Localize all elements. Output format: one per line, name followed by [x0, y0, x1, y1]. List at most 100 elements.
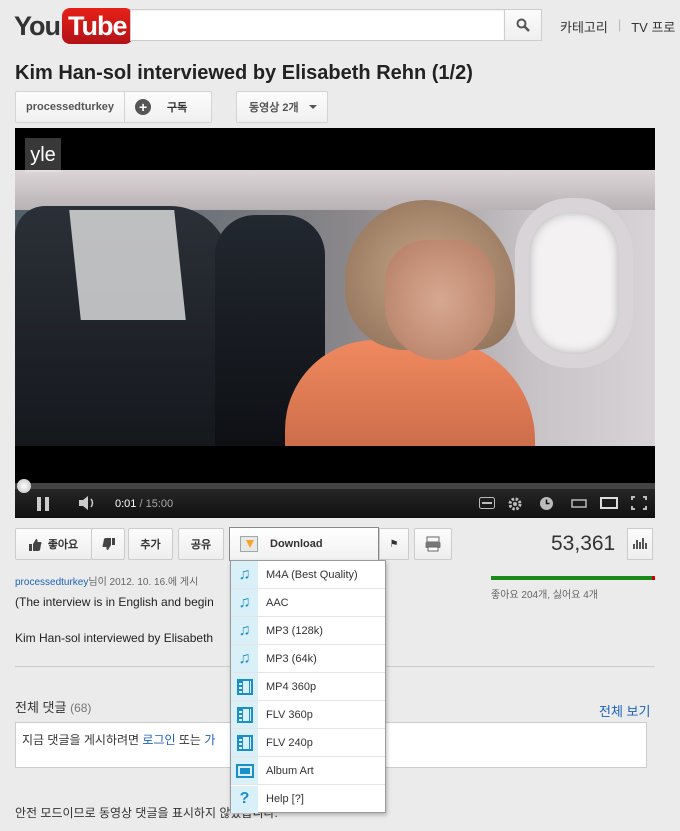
- captions-icon[interactable]: [479, 496, 495, 512]
- download-option-mp3-128[interactable]: ♫ MP3 (128k): [231, 617, 385, 645]
- stats-button[interactable]: [627, 528, 653, 560]
- logo-tube-text: Tube: [62, 8, 133, 44]
- download-option-album-art[interactable]: Album Art: [231, 757, 385, 785]
- chevron-down-icon: [308, 105, 317, 109]
- uploader-link[interactable]: processedturkey: [15, 577, 88, 588]
- subscribe-label: 구독: [167, 102, 188, 114]
- fullscreen-icon[interactable]: [631, 496, 647, 513]
- plus-icon: +: [135, 99, 152, 115]
- download-option-flv-360[interactable]: FLV 360p: [231, 701, 385, 729]
- like-stats: 좋아요 204개, 싫어요 4개: [491, 590, 598, 601]
- stats-bar-icon: [633, 544, 635, 549]
- progress-bar[interactable]: [15, 479, 655, 493]
- clock-icon[interactable]: [539, 496, 554, 514]
- like-button[interactable]: 좋아요: [15, 528, 92, 560]
- share-button[interactable]: 공유: [178, 528, 224, 560]
- dislike-button[interactable]: [91, 528, 125, 560]
- download-button[interactable]: Download: [229, 527, 379, 561]
- flag-icon: ⚑: [389, 538, 399, 550]
- view-count: 53,361: [551, 532, 616, 555]
- volume-icon[interactable]: [79, 496, 97, 513]
- download-option-label: MP3 (64k): [266, 652, 317, 665]
- thumbs-down-icon: [102, 537, 115, 550]
- nav-separator: |: [617, 17, 622, 32]
- current-time: 0:01: [115, 498, 137, 510]
- comments-heading: 전체 댓글 (68): [15, 697, 91, 716]
- logo-you-text: You: [14, 10, 61, 41]
- download-option-label: FLV 240p: [266, 736, 313, 749]
- thumbs-up-icon: [28, 538, 42, 551]
- like-label: 좋아요: [47, 539, 79, 551]
- download-icon: [240, 536, 258, 552]
- nav-categories-link[interactable]: 카테고리: [560, 17, 608, 36]
- progress-knob[interactable]: [17, 479, 31, 493]
- flag-button[interactable]: ⚑: [379, 528, 409, 560]
- download-option-label: MP4 360p: [266, 680, 317, 693]
- small-player-icon[interactable]: [571, 496, 587, 512]
- view-all-comments-link[interactable]: 전체 보기: [599, 701, 650, 720]
- film-icon: [231, 701, 258, 728]
- music-note-icon: ♫: [231, 561, 258, 588]
- channel-box: processedturkey + 구독: [15, 91, 213, 123]
- download-option-mp3-64[interactable]: ♫ MP3 (64k): [231, 645, 385, 673]
- download-label: Download: [270, 538, 323, 550]
- dislike-ratio-segment: [652, 576, 655, 580]
- login-link[interactable]: 로그인: [142, 733, 175, 747]
- add-label: 추가: [140, 539, 161, 551]
- download-option-label: Album Art: [266, 764, 314, 777]
- duration: / 15:00: [139, 498, 174, 510]
- yle-watermark: yle: [25, 138, 61, 172]
- description-line-2: Kim Han-sol interviewed by Elisabeth: [15, 631, 214, 645]
- download-option-flv-240[interactable]: FLV 240p: [231, 729, 385, 757]
- channel-videos-label: 동영상 2개: [249, 102, 299, 114]
- film-icon: [231, 729, 258, 756]
- transcript-icon: [425, 536, 441, 552]
- transcript-button[interactable]: [414, 528, 452, 560]
- download-option-label: Help [?]: [266, 793, 304, 805]
- youtube-logo[interactable]: You Tube: [14, 7, 133, 45]
- nav-tv-link[interactable]: TV 프로: [631, 17, 675, 36]
- gear-icon[interactable]: [507, 496, 523, 515]
- upload-info: processedturkey님이 2012. 10. 16.에 게시: [15, 573, 198, 588]
- upload-date: 님이 2012. 10. 16.에 게시: [88, 577, 199, 588]
- like-ratio-bar: [491, 576, 655, 580]
- download-option-mp4-360[interactable]: MP4 360p: [231, 673, 385, 701]
- download-option-m4a[interactable]: ♫ M4A (Best Quality): [231, 561, 385, 589]
- large-player-icon[interactable]: [600, 496, 618, 512]
- comment-or: 또는: [178, 733, 201, 747]
- time-display: 0:01 / 15:00: [115, 498, 173, 510]
- video-player[interactable]: yle 0:01 / 15:00: [15, 128, 655, 518]
- join-link[interactable]: 가: [204, 733, 215, 747]
- download-option-label: AAC: [266, 596, 289, 609]
- search-bar: [130, 9, 542, 41]
- music-note-icon: ♫: [231, 645, 258, 672]
- comment-prompt: 지금 댓글을 게시하려면: [22, 733, 140, 747]
- search-icon: [516, 18, 530, 32]
- question-icon: ?: [231, 785, 258, 813]
- search-input[interactable]: [130, 9, 504, 41]
- add-to-button[interactable]: 추가: [128, 528, 173, 560]
- image-icon: [231, 757, 258, 784]
- comments-title: 전체 댓글: [15, 700, 67, 715]
- channel-name-link[interactable]: processedturkey: [16, 92, 126, 122]
- download-option-help[interactable]: ? Help [?]: [231, 785, 385, 813]
- search-button[interactable]: [504, 9, 542, 41]
- player-controls: 0:01 / 15:00: [15, 479, 655, 518]
- subscribe-button[interactable]: + 구독: [125, 92, 211, 122]
- share-label: 공유: [190, 539, 212, 551]
- download-option-label: MP3 (128k): [266, 624, 323, 637]
- music-note-icon: ♫: [231, 617, 258, 644]
- download-menu: ♫ M4A (Best Quality) ♫ AAC ♫ MP3 (128k) …: [230, 560, 386, 813]
- video-title: Kim Han-sol interviewed by Elisabeth Reh…: [15, 62, 473, 84]
- description-line-1: (The interview is in English and begin: [15, 595, 214, 609]
- download-option-label: FLV 360p: [266, 708, 313, 721]
- music-note-icon: ♫: [231, 589, 258, 616]
- video-frame: [15, 170, 655, 446]
- pause-icon[interactable]: [37, 497, 49, 511]
- film-icon: [231, 673, 258, 700]
- top-nav: 카테고리 | TV 프로: [560, 17, 675, 36]
- download-option-aac[interactable]: ♫ AAC: [231, 589, 385, 617]
- channel-videos-button[interactable]: 동영상 2개: [236, 91, 328, 123]
- download-option-label: M4A (Best Quality): [266, 568, 358, 581]
- comments-count: (68): [70, 701, 92, 715]
